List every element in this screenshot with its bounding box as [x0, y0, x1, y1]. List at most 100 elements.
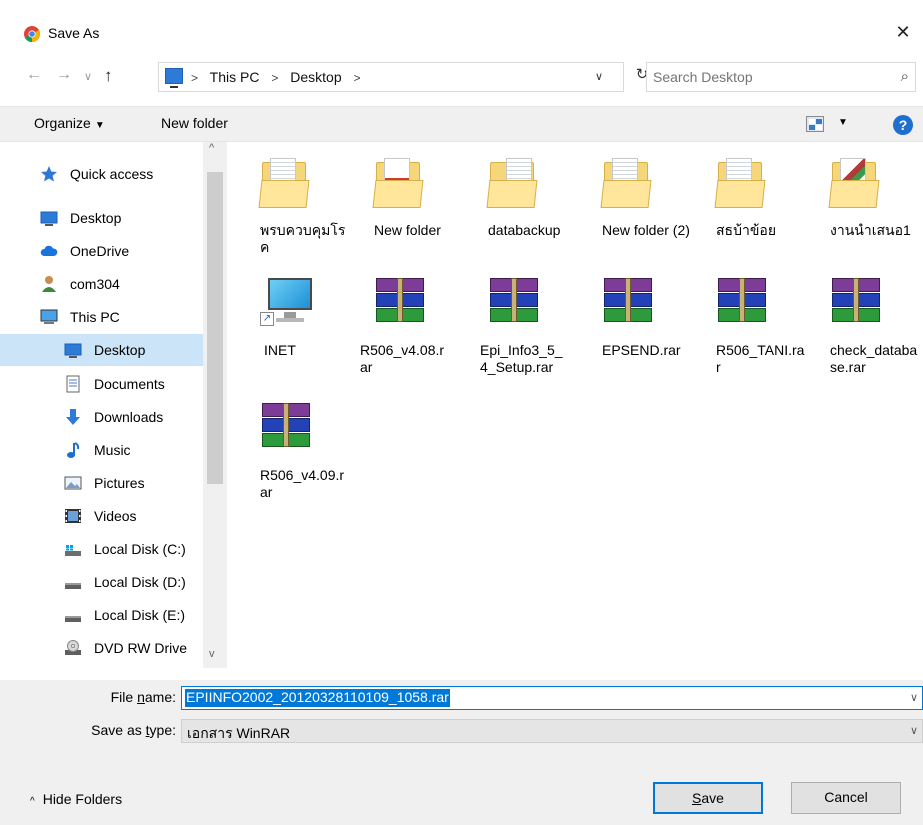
file-name: งานนำเสนอ1	[830, 222, 911, 238]
title-bar: Save As ✕	[0, 0, 923, 42]
desktop-icon	[64, 343, 82, 358]
rar-file-item[interactable]: EPSEND.rar	[582, 262, 692, 392]
organize-label: Organize	[34, 115, 91, 131]
file-name-dropdown-icon[interactable]: ∨	[910, 691, 918, 704]
file-name: New folder (2)	[602, 222, 690, 238]
search-icon[interactable]: ⌕	[901, 68, 909, 85]
breadcrumb-separator[interactable]: >	[271, 71, 278, 85]
save-button[interactable]: Save	[653, 782, 763, 814]
back-arrow-icon[interactable]: ←	[26, 66, 42, 84]
sidebar-item-label: This PC	[70, 309, 120, 325]
sidebar-item-desktop-selected[interactable]: Desktop	[0, 334, 203, 366]
save-type-dropdown-icon[interactable]: ∨	[910, 724, 918, 737]
winrar-icon	[488, 274, 544, 328]
hide-folders-button[interactable]: ^ Hide Folders	[30, 791, 122, 807]
desktop-icon	[40, 211, 58, 226]
address-bar[interactable]: > This PC > Desktop > ∨	[158, 62, 624, 92]
file-name: databackup	[488, 222, 561, 238]
address-dropdown-icon[interactable]: ∨	[595, 70, 603, 83]
dvd-icon	[65, 640, 81, 655]
folder-item[interactable]: New folder	[354, 142, 464, 272]
breadcrumb-desktop[interactable]: Desktop	[290, 69, 341, 85]
folder-item[interactable]: New folder (2)	[582, 142, 692, 272]
rar-file-item[interactable]: R506_v4.08.rar	[354, 262, 464, 392]
navigation-bar: ← → ∨ ↑ > This PC > Desktop > ∨ ↻ ⌕	[0, 62, 923, 96]
search-input[interactable]	[651, 66, 881, 88]
sidebar-item-quick-access[interactable]: Quick access	[0, 158, 203, 190]
rar-file-item[interactable]: R506_v4.09.rar	[240, 387, 350, 517]
navigation-pane: Quick access Desktop OneDrive com304 Thi…	[0, 142, 227, 668]
file-name: EPSEND.rar	[602, 342, 681, 358]
sidebar-item-videos[interactable]: Videos	[0, 500, 203, 532]
sidebar-item-label: Downloads	[94, 409, 164, 425]
help-icon[interactable]: ?	[893, 115, 913, 135]
sidebar-item-music[interactable]: Music	[0, 434, 203, 466]
star-icon	[41, 166, 57, 182]
forward-arrow-icon[interactable]: →	[56, 66, 72, 84]
folder-icon	[486, 154, 544, 208]
sidebar-item-label: Local Disk (D:)	[94, 574, 186, 590]
shortcut-item[interactable]: ↗ INET	[240, 262, 350, 392]
navigation-scrollbar[interactable]: ^ v	[203, 142, 227, 668]
sidebar-item-dvd-rw-drive[interactable]: DVD RW Drive	[0, 632, 203, 664]
label-text: ame:	[144, 689, 176, 705]
sidebar-item-downloads[interactable]: Downloads	[0, 401, 203, 433]
folder-item[interactable]: งานนำเสนอ1	[810, 142, 920, 272]
view-options-icon[interactable]	[806, 116, 824, 132]
view-dropdown-icon[interactable]: ▼	[838, 117, 848, 128]
file-name-field[interactable]: EPIINFO2002_20120328110109_1058.rar ∨	[181, 686, 923, 710]
sidebar-item-onedrive[interactable]: OneDrive	[0, 235, 203, 267]
sidebar-item-label: Local Disk (E:)	[94, 607, 186, 623]
close-icon[interactable]: ✕	[893, 22, 913, 43]
scrollbar-thumb[interactable]	[207, 172, 223, 484]
folder-item[interactable]: สธบ้าข้อย	[696, 142, 806, 272]
new-folder-button[interactable]: New folder	[161, 115, 228, 131]
save-as-dialog: Save As ✕ ← → ∨ ↑ > This PC > Desktop > …	[0, 0, 923, 825]
scroll-up-icon[interactable]: ^	[209, 142, 214, 154]
breadcrumb-this-pc[interactable]: This PC	[210, 69, 260, 85]
sidebar-item-local-disk-c[interactable]: Local Disk (C:)	[0, 533, 203, 565]
file-name-input[interactable]: EPIINFO2002_20120328110109_1058.rar	[186, 689, 449, 705]
label-text: ype:	[149, 722, 176, 738]
file-name: check_database.rar	[830, 342, 918, 375]
rar-file-item[interactable]: R506_TANI.rar	[696, 262, 806, 392]
sidebar-item-documents[interactable]: Documents	[0, 368, 203, 400]
scroll-down-icon[interactable]: v	[209, 648, 215, 660]
sidebar-item-this-pc[interactable]: This PC	[0, 301, 203, 333]
document-icon	[66, 375, 80, 393]
organize-button[interactable]: Organize ▼	[34, 115, 105, 131]
folder-item[interactable]: พรบควบคุมโรค	[240, 142, 350, 272]
sidebar-item-com304[interactable]: com304	[0, 268, 203, 300]
computer-shortcut-icon: ↗	[260, 274, 316, 328]
sidebar-item-local-disk-d[interactable]: Local Disk (D:)	[0, 566, 203, 598]
sidebar-item-label: Music	[94, 442, 131, 458]
sidebar-item-label: OneDrive	[70, 243, 130, 259]
disk-icon	[65, 583, 81, 589]
recent-locations-chevron-icon[interactable]: ∨	[84, 70, 92, 83]
folder-icon	[828, 154, 886, 208]
breadcrumb: > This PC > Desktop >	[191, 69, 369, 85]
folder-icon	[600, 154, 658, 208]
file-name: R506_TANI.rar	[716, 342, 805, 375]
button-accelerator: S	[692, 790, 702, 806]
sidebar-item-desktop[interactable]: Desktop	[0, 202, 203, 234]
file-name-label: File name:	[20, 689, 176, 705]
save-type-select[interactable]: เอกสาร WinRAR ∨	[181, 719, 923, 743]
chrome-icon	[24, 26, 40, 42]
folder-item[interactable]: databackup	[468, 142, 578, 272]
up-arrow-icon[interactable]: ↑	[104, 66, 113, 86]
cancel-button[interactable]: Cancel	[791, 782, 901, 814]
search-box[interactable]: ⌕	[646, 62, 916, 92]
sidebar-item-label: DVD RW Drive	[94, 640, 188, 656]
button-label: ave	[701, 790, 724, 806]
label-text: File	[110, 689, 138, 705]
winrar-icon	[374, 274, 430, 328]
folder-icon	[372, 154, 430, 208]
rar-file-item[interactable]: check_database.rar	[810, 262, 920, 392]
sidebar-item-local-disk-e[interactable]: Local Disk (E:)	[0, 599, 203, 631]
sidebar-item-pictures[interactable]: Pictures	[0, 467, 203, 499]
breadcrumb-separator[interactable]: >	[354, 71, 361, 85]
folder-icon	[258, 154, 316, 208]
user-icon	[42, 276, 56, 292]
rar-file-item[interactable]: Epi_Info3_5_4_Setup.rar	[468, 262, 578, 392]
